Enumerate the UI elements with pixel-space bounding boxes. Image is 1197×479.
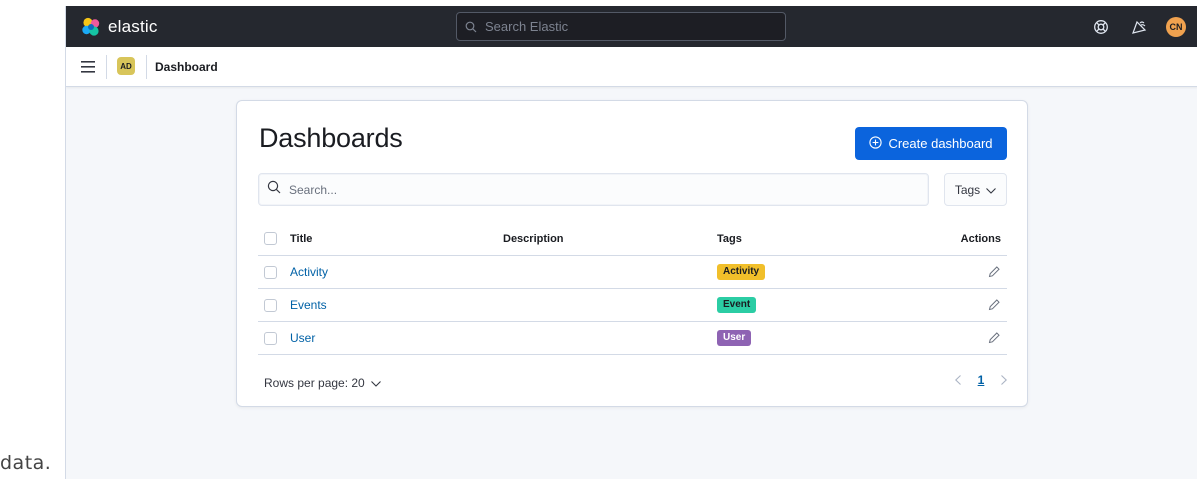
tags-cell: Event xyxy=(717,288,947,322)
pencil-edit-icon[interactable] xyxy=(987,298,1001,312)
dashboards-panel: Dashboards Create dashboard Tags xyxy=(236,100,1028,407)
table-row: Activity Activity xyxy=(258,255,1007,289)
description-cell xyxy=(503,321,717,355)
header-divider xyxy=(146,55,147,79)
actions-cell xyxy=(947,255,1007,289)
rows-per-page-label: Rows per page: 20 xyxy=(264,376,365,390)
hamburger-menu-icon[interactable] xyxy=(78,57,98,77)
plus-circle-icon xyxy=(869,135,883,152)
brand-name: elastic xyxy=(108,17,158,36)
title-cell: Events xyxy=(290,288,503,322)
kibana-window: elastic Search Elastic CN AD Dashboard D… xyxy=(65,6,1197,479)
rows-per-page-button[interactable]: Rows per page: 20 xyxy=(264,376,381,390)
newsfeed-icon[interactable] xyxy=(1128,16,1150,38)
tags-cell: User xyxy=(717,321,947,355)
caption-fragment: data. xyxy=(0,452,52,474)
elastic-logo-icon xyxy=(80,16,102,38)
chevron-down-icon xyxy=(986,183,997,197)
screenshot: data. elastic Search Elastic CN AD Dashb… xyxy=(0,0,1197,479)
row-checkbox[interactable] xyxy=(264,331,277,345)
page-title: Dashboards xyxy=(259,123,403,153)
dashboard-link[interactable]: User xyxy=(290,331,315,345)
title-cell: User xyxy=(290,321,503,355)
global-search-input[interactable] xyxy=(485,19,775,34)
tags-filter-button[interactable]: Tags xyxy=(944,173,1007,206)
page-number-link[interactable]: 1 xyxy=(978,373,985,387)
tag-badge[interactable]: User xyxy=(717,330,752,346)
create-dashboard-button[interactable]: Create dashboard xyxy=(855,127,1007,160)
column-header-description: Description xyxy=(503,223,717,256)
row-select-cell xyxy=(258,321,290,355)
row-checkbox[interactable] xyxy=(264,298,277,312)
select-all-checkbox[interactable] xyxy=(264,232,277,246)
tags-filter-label: Tags xyxy=(954,182,981,197)
row-select-cell xyxy=(258,255,290,289)
row-checkbox[interactable] xyxy=(264,265,277,279)
pencil-edit-icon[interactable] xyxy=(987,265,1001,279)
dashboards-table: Title Description Tags Actions Activity … xyxy=(258,223,1007,355)
pencil-edit-icon[interactable] xyxy=(987,331,1001,345)
header-divider xyxy=(106,55,107,79)
tag-badge[interactable]: Activity xyxy=(717,264,766,280)
create-dashboard-label: Create dashboard xyxy=(888,136,993,151)
select-all-cell xyxy=(258,223,290,256)
dashboard-link[interactable]: Events xyxy=(290,298,327,312)
pagination: 1 xyxy=(953,373,1009,387)
search-icon xyxy=(267,180,281,199)
column-header-actions: Actions xyxy=(947,223,1007,256)
top-navigation-bar: elastic Search Elastic CN xyxy=(66,6,1197,47)
topbar-actions: CN xyxy=(1090,16,1186,38)
search-icon xyxy=(465,20,479,34)
table-row: Events Event xyxy=(258,288,1007,322)
description-cell xyxy=(503,288,717,322)
dashboard-search-input[interactable] xyxy=(289,182,909,197)
header-breadcrumb-bar: AD Dashboard xyxy=(66,47,1197,87)
table-row: User User xyxy=(258,321,1007,355)
column-header-title[interactable]: Title xyxy=(290,223,503,256)
row-select-cell xyxy=(258,288,290,322)
actions-cell xyxy=(947,321,1007,355)
breadcrumb: Dashboard xyxy=(155,60,218,74)
title-cell: Activity xyxy=(290,255,503,289)
help-icon[interactable] xyxy=(1090,16,1112,38)
tags-cell: Activity xyxy=(717,255,947,289)
chevron-down-icon xyxy=(370,376,381,390)
dashboard-link[interactable]: Activity xyxy=(290,265,328,279)
elastic-home-link[interactable]: elastic xyxy=(80,16,158,38)
chevron-right-icon[interactable] xyxy=(999,373,1009,387)
description-cell xyxy=(503,255,717,289)
table-header-row: Title Description Tags Actions xyxy=(258,223,1007,256)
column-header-tags: Tags xyxy=(717,223,947,256)
space-avatar[interactable]: AD xyxy=(117,57,135,75)
user-avatar[interactable]: CN xyxy=(1166,17,1186,37)
chevron-left-icon[interactable] xyxy=(953,373,963,387)
actions-cell xyxy=(947,288,1007,322)
global-search-field[interactable] xyxy=(456,12,786,41)
dashboard-search-field[interactable] xyxy=(258,173,929,206)
tag-badge[interactable]: Event xyxy=(717,297,757,313)
